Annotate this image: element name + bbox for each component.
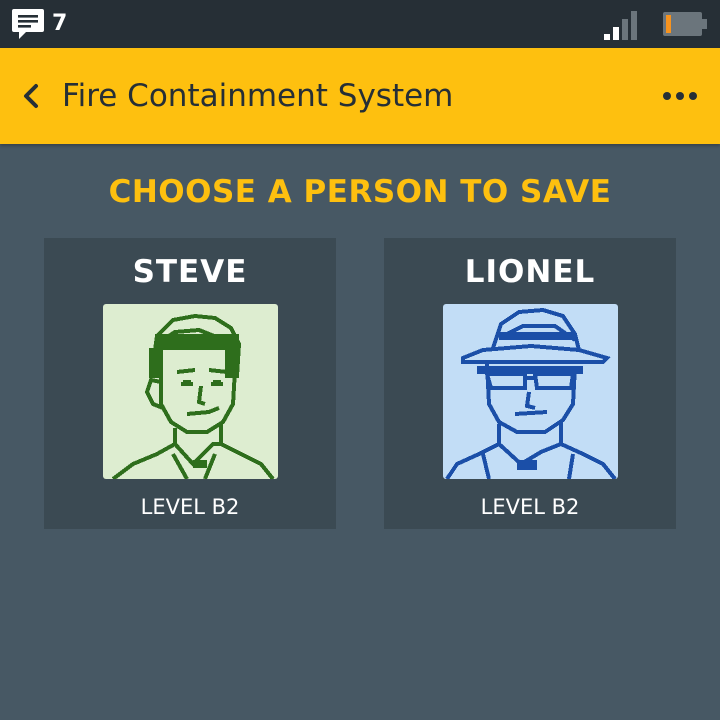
more-options-button[interactable] (658, 78, 702, 114)
status-bar: 7 (0, 0, 720, 48)
signal-icon (604, 11, 637, 40)
lionel-portrait (443, 304, 618, 479)
person-name: STEVE (132, 254, 248, 290)
person-level: LEVEL B2 (480, 495, 580, 519)
person-name: LIONEL (464, 254, 596, 290)
choose-heading: CHOOSE A PERSON TO SAVE (108, 174, 612, 210)
page-title: Fire Containment System (62, 78, 454, 114)
steve-portrait (103, 304, 278, 479)
message-icon (12, 9, 44, 39)
battery-icon (663, 12, 707, 36)
person-card-steve[interactable]: STEVE LEVEL B2 (44, 238, 336, 529)
person-level: LEVEL B2 (140, 495, 240, 519)
person-card-lionel[interactable]: LIONEL LEVEL B2 (384, 238, 676, 529)
back-button[interactable] (14, 78, 50, 114)
message-count: 7 (52, 11, 68, 36)
app-bar: Fire Containment System (0, 48, 720, 144)
